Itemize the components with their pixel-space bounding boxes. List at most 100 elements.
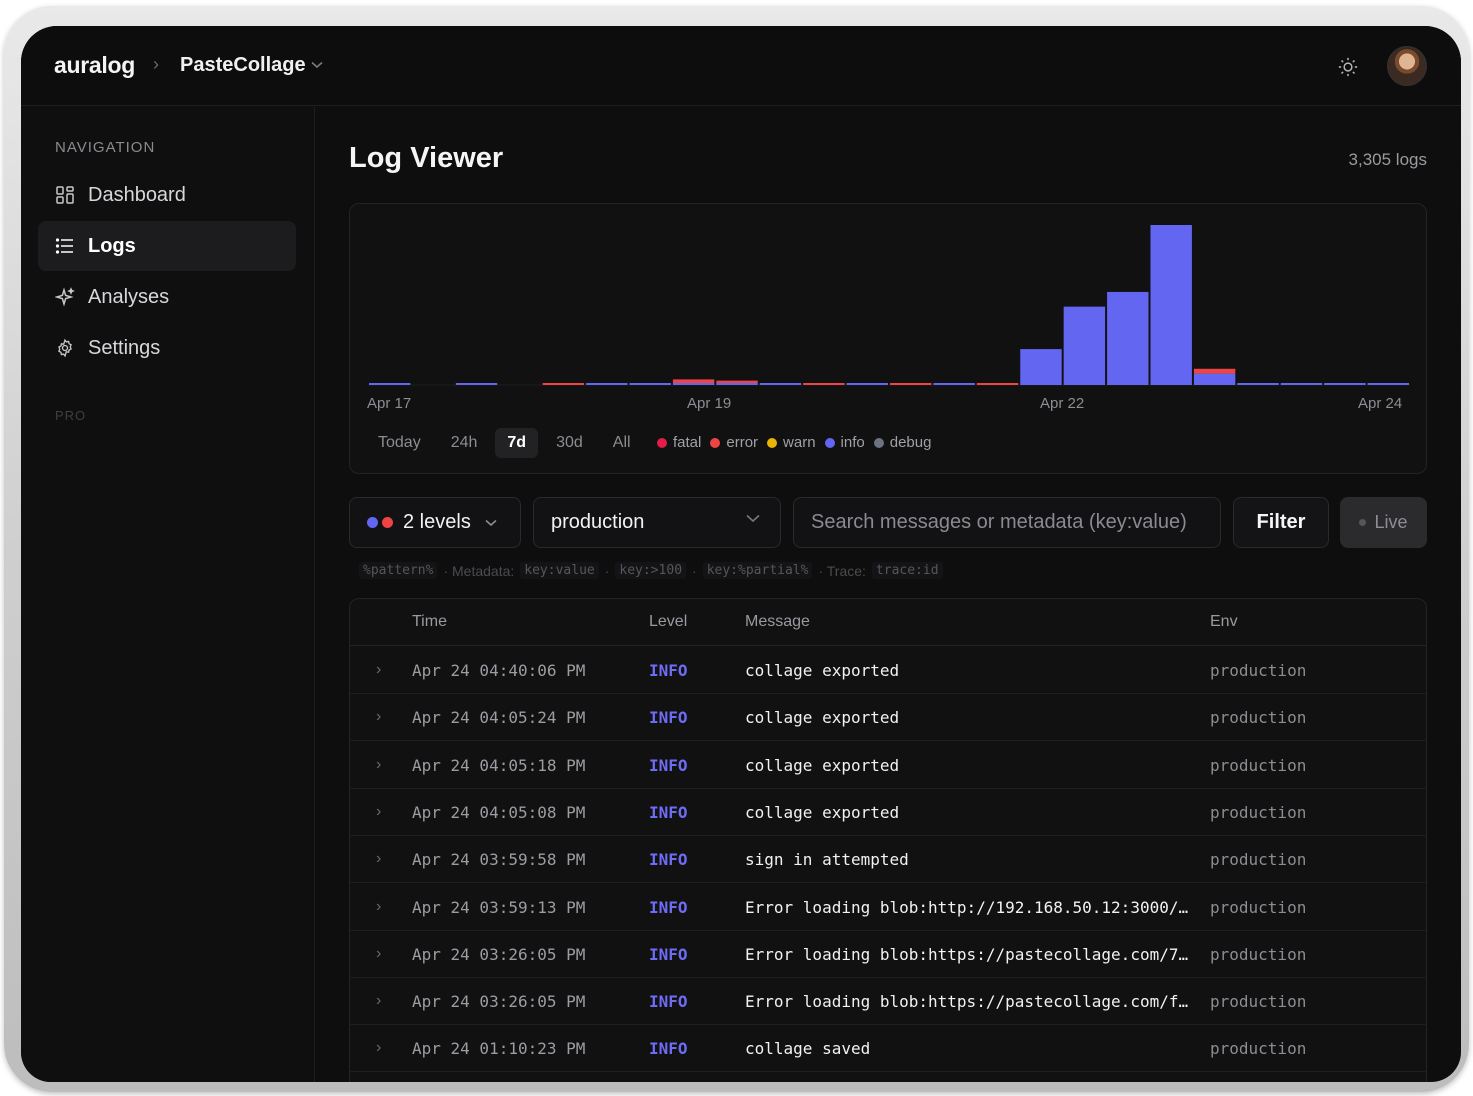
histogram-bar-info[interactable] — [1367, 383, 1409, 385]
expand-chevron-icon[interactable]: › — [376, 992, 381, 1010]
table-row[interactable]: › Apr 24 04:40:06 PM INFO collage exported p… — [350, 647, 1426, 694]
table-row[interactable]: › Apr 24 04:05:08 PM INFO collage exported p… — [350, 789, 1426, 836]
theme-toggle-button[interactable] — [1331, 50, 1365, 84]
expand-chevron-icon[interactable]: › — [376, 708, 381, 726]
range-tab-7d[interactable]: 7d — [495, 428, 539, 458]
hint-label: · Trace: — [818, 562, 866, 579]
legend-info[interactable]: info — [824, 434, 865, 451]
log-histogram: Apr 17 Apr 19 Apr 22 Apr 24 Today 24h 7d… — [349, 203, 1427, 474]
chart-legend: fatal error warn info debug — [657, 434, 931, 451]
expand-chevron-icon[interactable]: › — [376, 898, 381, 916]
log-time: Apr 24 03:59:58 PM — [412, 850, 586, 870]
histogram-bar-info[interactable] — [846, 383, 888, 385]
sidebar-item-dashboard[interactable]: Dashboard — [38, 170, 296, 220]
hint-separator: · — [604, 562, 610, 579]
histogram-bar-info[interactable] — [629, 383, 671, 385]
x-tick-label: Apr 19 — [687, 395, 732, 412]
log-message: Error loading blob:https://pastecollage.… — [745, 992, 1197, 1012]
range-tab-today[interactable]: Today — [366, 428, 433, 458]
legend-error[interactable]: error — [710, 434, 758, 451]
log-level: INFO — [649, 755, 688, 775]
histogram-bar-info[interactable] — [455, 383, 498, 385]
sidebar: NAVIGATION Dashboard Logs Analyses Setti… — [21, 107, 315, 1082]
histogram-bar-info[interactable] — [716, 383, 758, 385]
nav-heading: NAVIGATION — [55, 139, 156, 156]
search-input[interactable] — [793, 497, 1221, 548]
gear-icon — [58, 338, 72, 358]
avatar[interactable] — [1387, 46, 1427, 86]
warn-dot-icon — [767, 437, 778, 448]
log-level: INFO — [649, 944, 688, 964]
table-row[interactable]: › Apr 24 03:59:58 PM INFO sign in attempted… — [350, 836, 1426, 884]
histogram-bar-info[interactable] — [1237, 383, 1279, 385]
pro-heading: PRO — [55, 408, 87, 423]
log-time: Apr 24 03:59:13 PM — [412, 897, 586, 917]
range-tabs: Today 24h 7d 30d All — [366, 428, 643, 458]
top-bar: auralog › PasteCollage — [21, 26, 1461, 106]
levels-filter-button[interactable]: 2 levels — [349, 497, 521, 548]
project-switcher[interactable]: PasteCollage — [180, 54, 306, 77]
error-dot-icon — [710, 437, 721, 448]
expand-chevron-icon[interactable]: › — [376, 756, 381, 774]
histogram-bar-info[interactable] — [586, 383, 628, 385]
environment-select[interactable]: production — [533, 497, 781, 548]
histogram-bar-error[interactable] — [976, 383, 1019, 385]
histogram-bar-info[interactable] — [759, 383, 802, 385]
histogram-bar-info[interactable] — [369, 383, 411, 385]
expand-chevron-icon[interactable]: › — [376, 1039, 381, 1057]
column-header-time[interactable]: Time — [412, 613, 447, 631]
histogram-bar-info[interactable] — [1020, 349, 1062, 385]
histogram-bar-error[interactable] — [890, 383, 932, 385]
legend-warn[interactable]: warn — [767, 434, 816, 451]
histogram-bar-info[interactable] — [1107, 291, 1149, 385]
filter-button[interactable]: Filter — [1233, 497, 1329, 548]
expand-chevron-icon[interactable]: › — [376, 850, 381, 868]
column-header-level[interactable]: Level — [649, 613, 687, 631]
column-header-env[interactable]: Env — [1210, 613, 1238, 631]
sidebar-item-label: Analyses — [88, 285, 170, 308]
table-row[interactable]: › Apr 24 04:05:24 PM INFO collage exported p… — [350, 694, 1426, 742]
table-row[interactable]: › Apr 24 01:10:23 PM INFO collage saved prod… — [350, 1025, 1426, 1073]
histogram-bar-error[interactable] — [672, 379, 715, 383]
range-tab-all[interactable]: All — [601, 428, 643, 458]
brand-logo[interactable]: auralog — [54, 52, 135, 79]
expand-chevron-icon[interactable]: › — [376, 945, 381, 963]
table-row[interactable]: › Apr 24 04:05:18 PM INFO collage exported p… — [350, 742, 1426, 789]
list-icon — [55, 238, 73, 254]
breadcrumb-separator: › — [153, 54, 159, 74]
histogram-bar-error[interactable] — [716, 380, 758, 383]
table-row[interactable]: › Apr 24 03:26:05 PM INFO Error loading blo… — [350, 978, 1426, 1026]
expand-chevron-icon[interactable]: › — [376, 661, 381, 679]
histogram-bar-error[interactable] — [542, 383, 585, 385]
legend-fatal[interactable]: fatal — [657, 434, 701, 451]
column-header-message[interactable]: Message — [745, 613, 810, 631]
range-tab-24h[interactable]: 24h — [439, 428, 490, 458]
histogram-bar-info[interactable] — [672, 383, 715, 385]
sidebar-item-logs[interactable]: Logs — [38, 221, 296, 271]
histogram-bar-info[interactable] — [1150, 225, 1192, 385]
hint-trace: trace:id — [871, 562, 943, 579]
histogram-bar-error[interactable] — [803, 383, 845, 385]
legend-debug[interactable]: debug — [873, 434, 931, 451]
live-button[interactable]: Live — [1340, 497, 1427, 548]
histogram-bar-info[interactable] — [1193, 373, 1236, 385]
table-row[interactable]: › Apr 24 03:59:13 PM INFO Error loading blo… — [350, 884, 1426, 931]
x-tick-label: Apr 22 — [1040, 395, 1085, 412]
expand-chevron-icon[interactable]: › — [376, 803, 381, 821]
sidebar-item-settings[interactable]: Settings — [38, 323, 296, 373]
table-row[interactable]: › Apr 24 03:26:05 PM INFO Error loading blo… — [350, 931, 1426, 978]
histogram-bar-error[interactable] — [1193, 368, 1236, 374]
histogram-bar-info[interactable] — [1063, 306, 1106, 385]
sidebar-item-analyses[interactable]: Analyses — [38, 272, 296, 322]
range-tab-30d[interactable]: 30d — [544, 428, 595, 458]
dashboard-icon — [56, 186, 74, 204]
log-time: Apr 24 03:26:05 PM — [412, 992, 586, 1012]
app-window: auralog › PasteCollage NAVIGATION Dashbo… — [21, 26, 1461, 1082]
histogram-bar-info[interactable] — [933, 383, 975, 385]
histogram-bar-info[interactable] — [1280, 383, 1323, 385]
log-time: Apr 24 01:10:23 PM — [412, 1039, 586, 1059]
x-tick-label: Apr 17 — [367, 395, 412, 412]
chevron-down-icon — [485, 519, 497, 526]
chevron-down-icon[interactable] — [311, 57, 323, 72]
histogram-bar-info[interactable] — [1324, 383, 1366, 385]
